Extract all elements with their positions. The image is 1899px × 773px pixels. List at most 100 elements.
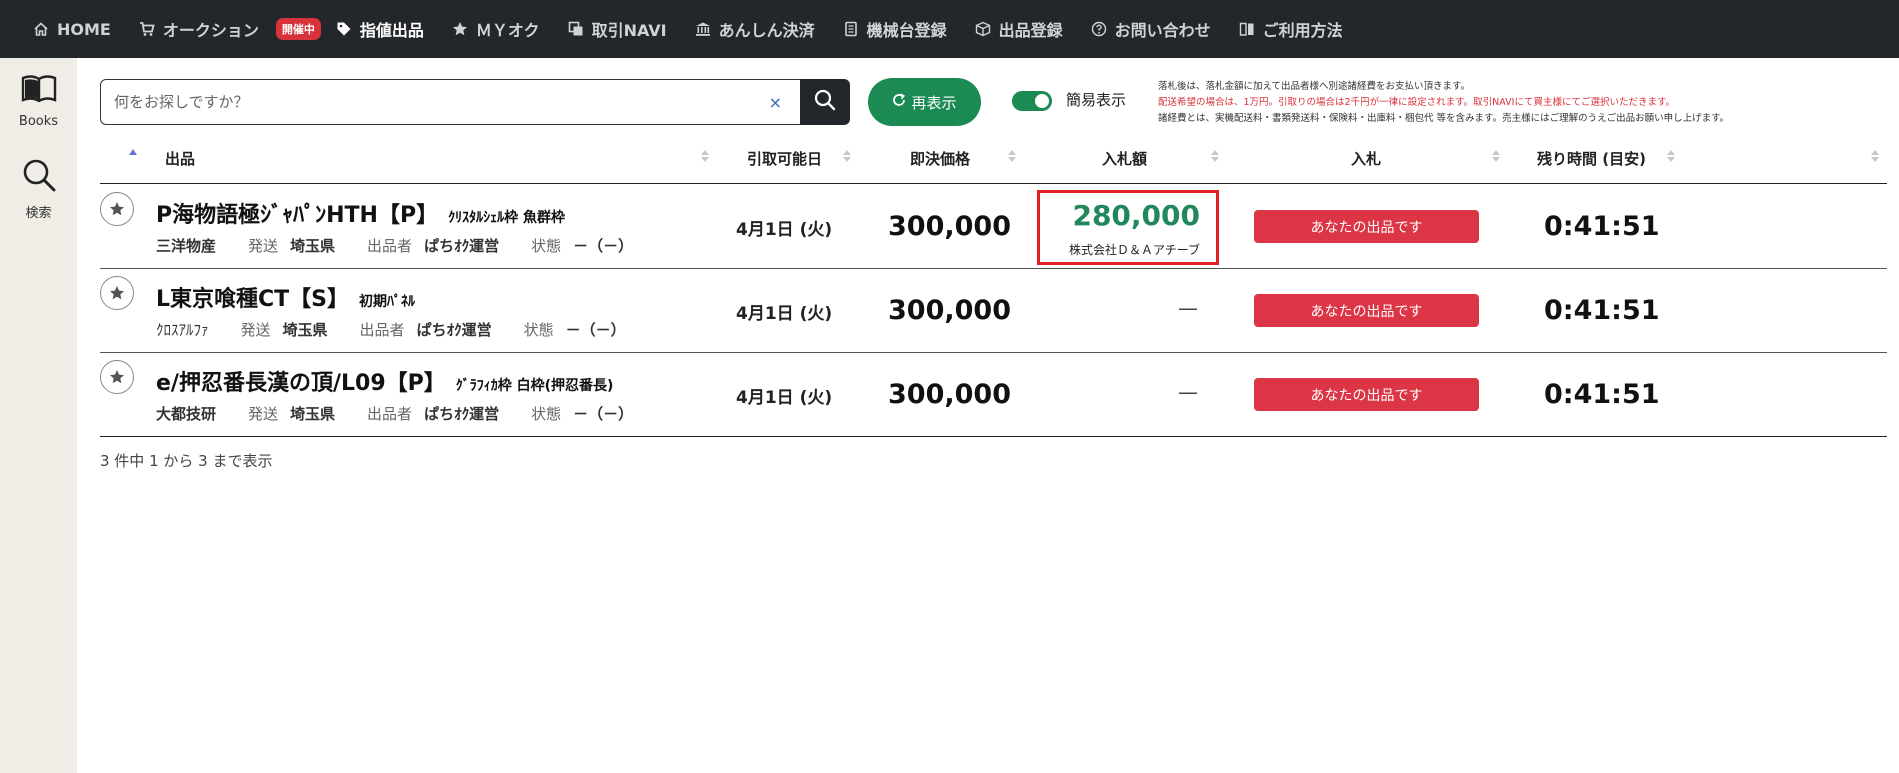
book-icon xyxy=(1238,20,1256,38)
nav-auction[interactable]: オークション xyxy=(138,17,259,41)
nav-machine-label: 機械台登録 xyxy=(866,21,947,40)
nav-contact[interactable]: お問い合わせ xyxy=(1090,17,1211,41)
sidebar-item-search[interactable]: 検索 xyxy=(0,158,77,221)
item-meta: ｸﾛｽｱﾙﾌｧ 発送 埼玉県 出品者 ぱちｵｸ運営 状態 －（－） xyxy=(156,319,658,340)
ship-label: 発送 xyxy=(248,405,279,423)
item-ship: 埼玉県 xyxy=(282,321,328,339)
sort-ascending-icon[interactable] xyxy=(129,149,137,155)
highlighted-bid-cell: 280,000 株式会社Ｄ＆Ａアチーブ xyxy=(1037,190,1219,265)
seller-label: 出品者 xyxy=(367,405,413,423)
nav-home[interactable]: HOME xyxy=(32,20,111,39)
sort-remaining-icon[interactable] xyxy=(1667,150,1675,162)
header-item[interactable]: 出品 xyxy=(165,148,195,169)
table-row: e/押忍番長漢の頂/L09【P】 ｸﾞﾗﾌｨｶ枠 白枠(押忍番長) 大都技研 発送… xyxy=(100,353,1887,437)
star-icon xyxy=(451,20,469,38)
search-icon xyxy=(22,158,56,196)
sort-extra-icon[interactable] xyxy=(1871,150,1879,162)
item-maker: ｸﾛｽｱﾙﾌｧ xyxy=(156,321,209,339)
remaining-time: 0:41:51 xyxy=(1544,379,1660,410)
sidebar-search-label: 検索 xyxy=(25,206,52,221)
buyout-price: 300,000 xyxy=(888,211,1011,242)
item-title: L東京喰種CT【S】 xyxy=(156,287,350,312)
home-icon xyxy=(32,20,50,38)
nav-machine[interactable]: 機械台登録 xyxy=(842,17,947,41)
own-listing-button[interactable]: あなたの出品です xyxy=(1254,378,1479,411)
sort-item-icon[interactable] xyxy=(701,150,709,162)
item-ship: 埼玉県 xyxy=(290,405,336,423)
sort-pickup-icon[interactable] xyxy=(843,150,851,162)
table-row: L東京喰種CT【S】 初期ﾊﾟﾈﾙ ｸﾛｽｱﾙﾌｧ 発送 埼玉県 出品者 ぱちｵｸ… xyxy=(100,269,1887,353)
sort-bid-icon[interactable] xyxy=(1492,150,1500,162)
header-bid-amount[interactable]: 入札額 xyxy=(1102,148,1147,169)
sidebar-books-label: Books xyxy=(18,114,59,129)
seller-label: 出品者 xyxy=(359,321,405,339)
item-title-link[interactable]: P海物語極ｼﾞｬﾊﾟﾝHTH【P】 ｸﾘｽﾀﾙｼｪﾙ枠 魚群枠 xyxy=(156,197,565,229)
header-pickup[interactable]: 引取可能日 xyxy=(747,148,822,169)
table-header: 出品 引取可能日 即決価格 入札額 入札 残り時間 (目安) xyxy=(100,140,1887,184)
header-remaining[interactable]: 残り時間 (目安) xyxy=(1537,148,1646,169)
table-count-info: 3 件中 1 から 3 まで表示 xyxy=(100,452,273,470)
refresh-label: 再表示 xyxy=(911,93,957,112)
nav-navi[interactable]: 取引NAVI xyxy=(567,17,667,41)
nav-contact-label: お問い合わせ xyxy=(1114,21,1211,40)
clear-search-button[interactable]: × xyxy=(769,93,782,112)
nav-listing-label: 指値出品 xyxy=(359,21,424,40)
item-subtitle: ｸﾞﾗﾌｨｶ枠 白枠(押忍番長) xyxy=(455,378,614,394)
left-sidebar: Books 検索 xyxy=(0,58,77,773)
nav-home-label: HOME xyxy=(57,19,111,39)
item-title-link[interactable]: L東京喰種CT【S】 初期ﾊﾟﾈﾙ xyxy=(156,281,415,313)
item-title-link[interactable]: e/押忍番長漢の頂/L09【P】 ｸﾞﾗﾌｨｶ枠 白枠(押忍番長) xyxy=(156,365,613,397)
search-icon xyxy=(814,89,836,115)
sidebar-item-books[interactable]: Books xyxy=(0,74,77,129)
header-bid[interactable]: 入札 xyxy=(1351,148,1381,169)
own-listing-button[interactable]: あなたの出品です xyxy=(1254,210,1479,243)
nav-auction-label: オークション xyxy=(162,21,259,40)
nav-anshin-label: あんしん決済 xyxy=(718,21,815,40)
favorite-button[interactable] xyxy=(100,360,134,394)
table-row: P海物語極ｼﾞｬﾊﾟﾝHTH【P】 ｸﾘｽﾀﾙｼｪﾙ枠 魚群枠 三洋物産 発送 埼… xyxy=(100,185,1887,269)
auction-status-badge: 開催中 xyxy=(275,18,321,40)
search-input[interactable] xyxy=(114,93,769,111)
pickup-date: 4月1日 (火) xyxy=(736,388,833,408)
fee-notice: 落札後は、落札金額に加えて出品者様へ別途諸経費をお支払い頂きます。 配送希望の場… xyxy=(1158,79,1893,127)
nav-anshin[interactable]: あんしん決済 xyxy=(694,17,815,41)
sort-buyout-icon[interactable] xyxy=(1008,150,1016,162)
star-icon xyxy=(110,370,124,384)
item-seller: ぱちｵｸ運営 xyxy=(424,237,500,255)
notebook-icon xyxy=(842,20,860,38)
nav-howto[interactable]: ご利用方法 xyxy=(1238,17,1343,41)
top-navigation: HOME オークション 開催中 指値出品 ＭＹオク 取引NAVI あんしん決済 xyxy=(0,0,1899,58)
item-meta: 三洋物産 発送 埼玉県 出品者 ぱちｵｸ運営 状態 －（－） xyxy=(156,235,665,256)
item-subtitle: 初期ﾊﾟﾈﾙ xyxy=(359,294,416,310)
bid-amount: — xyxy=(1178,380,1198,404)
pickup-date: 4月1日 (火) xyxy=(736,304,833,324)
item-condition: －（－） xyxy=(573,237,634,255)
bank-icon xyxy=(694,20,712,38)
condition-label: 状態 xyxy=(531,405,562,423)
header-buyout[interactable]: 即決価格 xyxy=(910,148,970,169)
favorite-button[interactable] xyxy=(100,192,134,226)
favorite-button[interactable] xyxy=(100,276,134,310)
nav-navi-label: 取引NAVI xyxy=(591,21,667,40)
search-button[interactable] xyxy=(800,79,850,125)
open-book-icon xyxy=(21,74,57,108)
item-meta: 大都技研 発送 埼玉県 出品者 ぱちｵｸ運営 状態 －（－） xyxy=(156,403,665,424)
nav-listing[interactable]: 指値出品 xyxy=(335,17,424,41)
nav-myoku[interactable]: ＭＹオク xyxy=(451,17,540,41)
remaining-time: 0:41:51 xyxy=(1544,211,1660,242)
item-subtitle: ｸﾘｽﾀﾙｼｪﾙ枠 魚群枠 xyxy=(448,210,565,226)
simple-view-toggle[interactable] xyxy=(1012,91,1052,111)
item-title: P海物語極ｼﾞｬﾊﾟﾝHTH【P】 xyxy=(156,203,439,228)
notice-line-3: 諸経費とは、実機配送料・書類発送料・保険料・出庫料・梱包代 等を含みます。売主様… xyxy=(1158,113,1730,124)
nav-exhibit[interactable]: 出品登録 xyxy=(974,17,1063,41)
own-listing-button[interactable]: あなたの出品です xyxy=(1254,294,1479,327)
sort-bid-amount-icon[interactable] xyxy=(1211,150,1219,162)
notice-line-1: 落札後は、落札金額に加えて出品者様へ別途諸経費をお支払い頂きます。 xyxy=(1158,81,1471,92)
bidder-name: 株式会社Ｄ＆Ａアチーブ xyxy=(1068,243,1200,257)
question-circle-icon xyxy=(1090,20,1108,38)
refresh-button[interactable]: 再表示 xyxy=(868,78,981,126)
box-icon xyxy=(974,20,992,38)
item-seller: ぱちｵｸ運営 xyxy=(424,405,500,423)
item-condition: －（－） xyxy=(565,321,626,339)
nav-myoku-label: ＭＹオク xyxy=(475,21,540,40)
